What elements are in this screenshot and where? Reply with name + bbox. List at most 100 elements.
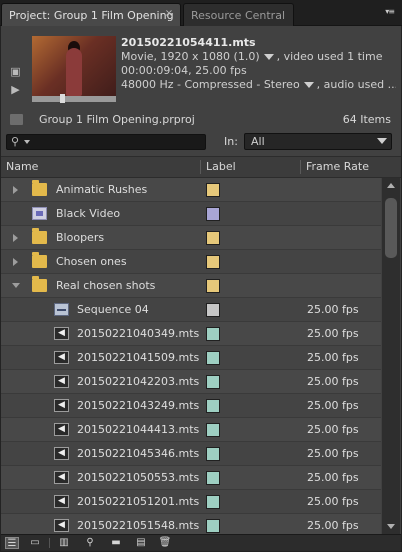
- scrollbar-thumb[interactable]: [385, 198, 397, 258]
- item-name: 20150221043249.mts: [77, 399, 200, 412]
- column-frame-rate[interactable]: Frame Rate: [306, 160, 369, 173]
- poster-frame-icon[interactable]: ▣: [9, 66, 22, 77]
- label-color-chip[interactable]: [206, 399, 220, 413]
- disclosure-closed-icon[interactable]: [13, 258, 18, 266]
- list-item[interactable]: ◀ 20150221043249.mts 25.00 fps: [1, 394, 381, 418]
- label-color-chip[interactable]: [206, 183, 220, 197]
- label-color-chip[interactable]: [206, 303, 220, 317]
- item-frame-rate: 25.00 fps: [307, 327, 359, 340]
- audio-icon: ◀: [54, 495, 69, 508]
- list-item[interactable]: Black Video: [1, 202, 381, 226]
- item-name: Animatic Rushes: [56, 183, 148, 196]
- list-item[interactable]: ◀ 20150221041509.mts 25.00 fps: [1, 346, 381, 370]
- label-color-chip[interactable]: [206, 471, 220, 485]
- audio-icon: ◀: [54, 375, 69, 388]
- clip-audio-info: 48000 Hz - Compressed - Stereo , audio us…: [121, 78, 396, 92]
- search-row: ⚲ In: All: [1, 132, 401, 158]
- in-select[interactable]: All: [244, 133, 392, 150]
- label-color-chip[interactable]: [206, 279, 220, 293]
- item-name: Sequence 04: [77, 303, 149, 316]
- label-color-chip[interactable]: [206, 495, 220, 509]
- search-dropdown-icon[interactable]: [24, 140, 30, 144]
- search-icon[interactable]: ⚲: [11, 135, 19, 148]
- project-name: Group 1 Film Opening.prproj: [39, 113, 195, 126]
- disclosure-closed-icon[interactable]: [13, 186, 18, 194]
- list-item[interactable]: ◀ 20150221051548.mts 25.00 fps: [1, 514, 381, 534]
- clip-video-usage: , video used 1 time: [276, 50, 383, 63]
- item-frame-rate: 25.00 fps: [307, 375, 359, 388]
- project-panel: ▣ ▶ 20150221054411.mts Movie, 1920 x 108…: [1, 26, 401, 551]
- item-frame-rate: 25.00 fps: [307, 447, 359, 460]
- item-name: 20150221051548.mts: [77, 519, 200, 532]
- column-divider[interactable]: [200, 160, 201, 174]
- item-frame-rate: 25.00 fps: [307, 303, 359, 316]
- scrubber-handle[interactable]: [60, 94, 65, 103]
- folder-icon: [32, 252, 47, 268]
- list-view-icon[interactable]: ☰: [5, 537, 19, 549]
- clear-icon[interactable]: 🗑: [158, 537, 172, 549]
- list-item[interactable]: Animatic Rushes: [1, 178, 381, 202]
- label-color-chip[interactable]: [206, 423, 220, 437]
- label-color-chip[interactable]: [206, 447, 220, 461]
- new-item-icon[interactable]: ▤: [134, 537, 148, 549]
- column-name[interactable]: Name: [6, 160, 38, 173]
- label-color-chip[interactable]: [206, 375, 220, 389]
- label-color-chip[interactable]: [206, 519, 220, 533]
- audio-icon: ◀: [54, 519, 69, 532]
- search-input[interactable]: ⚲: [6, 134, 206, 150]
- play-icon[interactable]: ▶: [9, 84, 22, 95]
- item-name: Chosen ones: [56, 255, 127, 268]
- tab-resource-central[interactable]: Resource Central: [183, 3, 294, 26]
- column-headers: Name Label Frame Rate: [1, 156, 401, 178]
- scroll-down-icon[interactable]: [387, 524, 395, 529]
- column-label[interactable]: Label: [206, 160, 236, 173]
- label-color-chip[interactable]: [206, 255, 220, 269]
- item-frame-rate: 25.00 fps: [307, 351, 359, 364]
- list-item[interactable]: ◀ 20150221045346.mts 25.00 fps: [1, 442, 381, 466]
- clip-video-format: Movie, 1920 x 1080 (1.0): [121, 50, 260, 63]
- preview-scrubber[interactable]: [32, 94, 116, 103]
- scroll-up-icon[interactable]: [387, 183, 395, 188]
- video-usage-dropdown-icon[interactable]: [263, 53, 274, 60]
- audio-usage-dropdown-icon[interactable]: [303, 81, 314, 88]
- folder-icon: [32, 228, 47, 244]
- panel-menu-icon[interactable]: ▾≡: [385, 7, 395, 16]
- clip-video-info: Movie, 1920 x 1080 (1.0) , video used 1 t…: [121, 50, 396, 64]
- list-item[interactable]: Bloopers: [1, 226, 381, 250]
- item-name: Real chosen shots: [56, 279, 156, 292]
- disclosure-open-icon[interactable]: [12, 283, 20, 288]
- list-item[interactable]: ◀ 20150221040349.mts 25.00 fps: [1, 322, 381, 346]
- list-item[interactable]: Sequence 04 25.00 fps: [1, 298, 381, 322]
- label-color-chip[interactable]: [206, 327, 220, 341]
- clip-info: 20150221054411.mts Movie, 1920 x 1080 (1…: [121, 36, 396, 92]
- preview-thumbnail: [32, 36, 116, 101]
- close-icon[interactable]: ×: [163, 8, 175, 20]
- audio-icon: ◀: [54, 447, 69, 460]
- list-item[interactable]: ◀ 20150221051201.mts 25.00 fps: [1, 490, 381, 514]
- label-color-chip[interactable]: [206, 231, 220, 245]
- list-item[interactable]: ◀ 20150221044413.mts 25.00 fps: [1, 418, 381, 442]
- item-name: 20150221041509.mts: [77, 351, 200, 364]
- label-color-chip[interactable]: [206, 351, 220, 365]
- new-bin-icon[interactable]: ▬: [109, 537, 123, 549]
- clip-audio-usage: , audio used ...: [316, 78, 396, 91]
- list-item[interactable]: ◀ 20150221050553.mts 25.00 fps: [1, 466, 381, 490]
- item-frame-rate: 25.00 fps: [307, 495, 359, 508]
- list-item[interactable]: ◀ 20150221042203.mts 25.00 fps: [1, 370, 381, 394]
- tab-project[interactable]: Project: Group 1 Film Opening ×: [1, 3, 181, 26]
- audio-icon: ◀: [54, 423, 69, 436]
- column-divider[interactable]: [300, 160, 301, 174]
- disclosure-closed-icon[interactable]: [13, 234, 18, 242]
- item-name: 20150221045346.mts: [77, 447, 200, 460]
- vertical-scrollbar[interactable]: [382, 178, 400, 534]
- list-item[interactable]: Chosen ones: [1, 250, 381, 274]
- list-item[interactable]: Real chosen shots: [1, 274, 381, 298]
- icon-view-icon[interactable]: ▭: [28, 537, 42, 549]
- label-color-chip[interactable]: [206, 207, 220, 221]
- audio-icon: ◀: [54, 399, 69, 412]
- item-list: Animatic Rushes Black Video Bloopers Chosen…: [1, 178, 381, 534]
- find-icon[interactable]: ⚲: [83, 537, 97, 549]
- black-video-icon: [32, 207, 47, 220]
- item-name: Black Video: [56, 207, 121, 220]
- automate-to-sequence-icon[interactable]: ▥: [57, 537, 71, 549]
